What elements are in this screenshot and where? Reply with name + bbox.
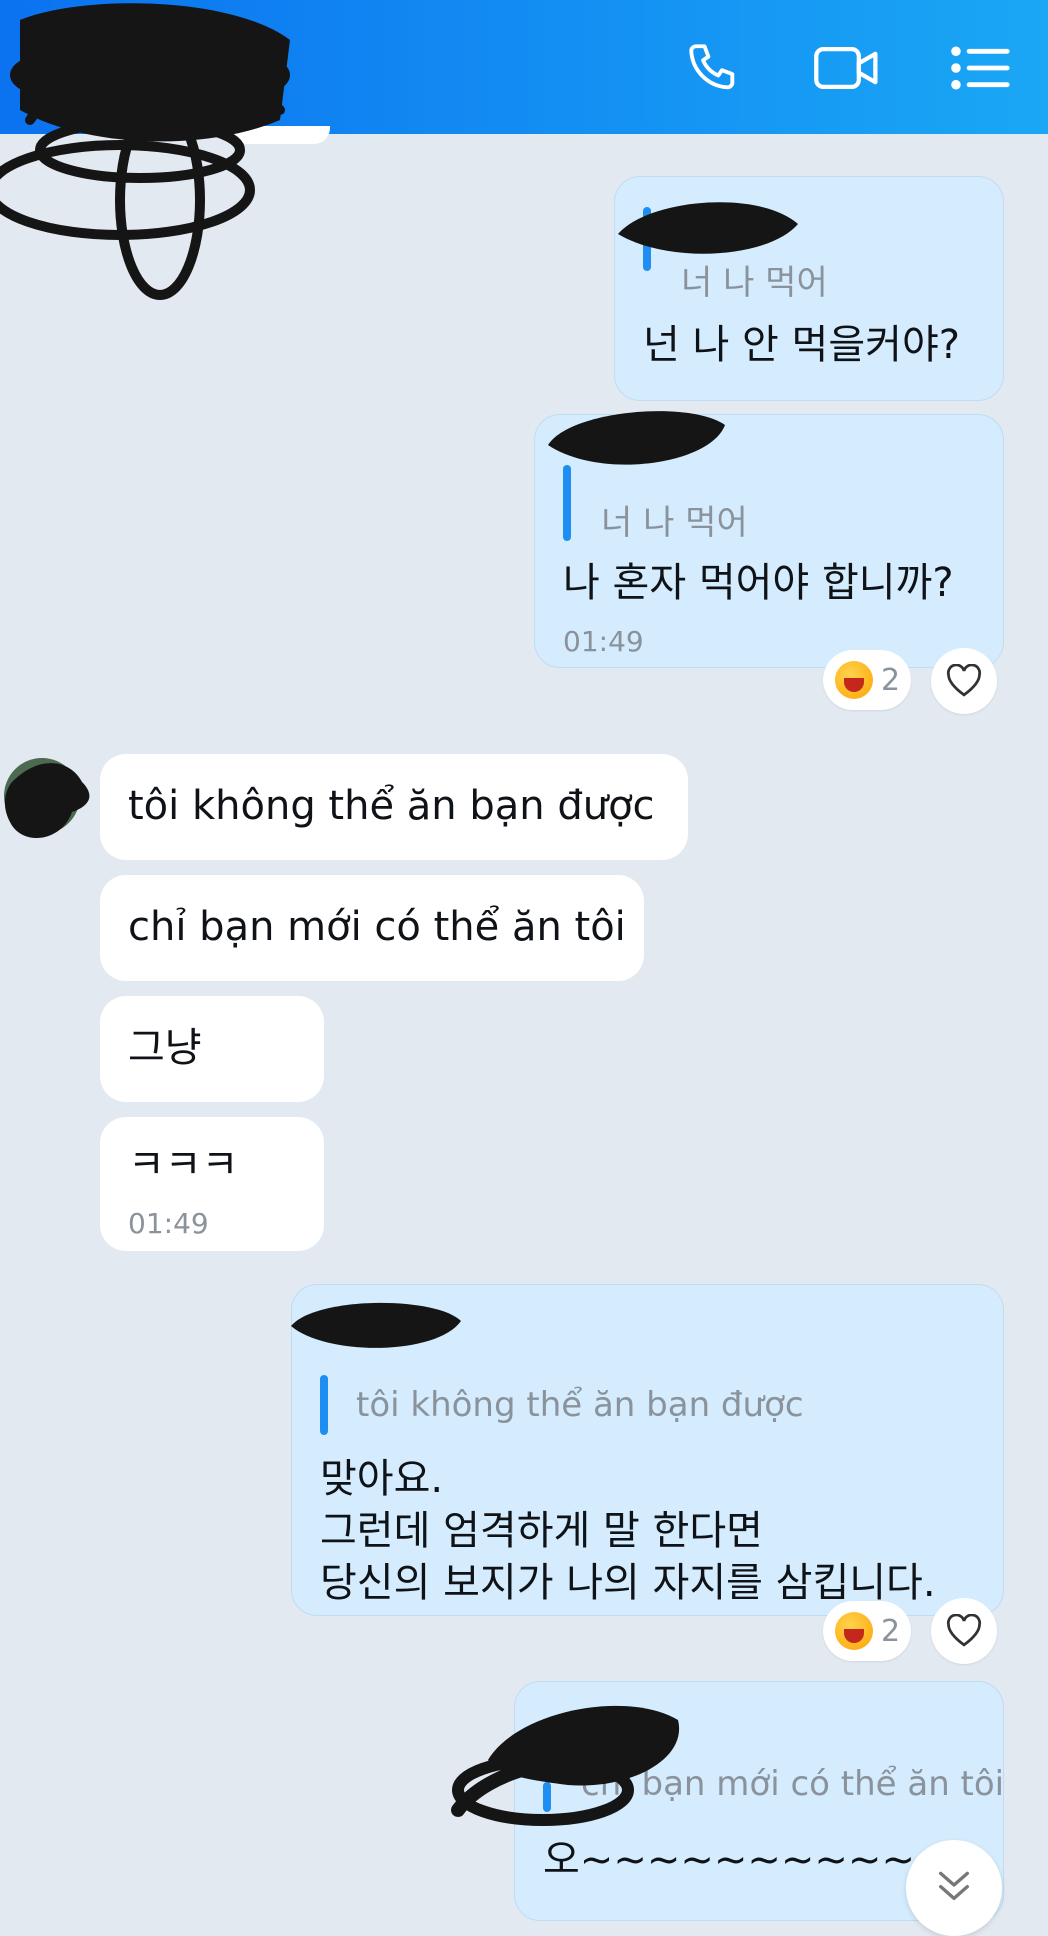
message-bubble-outgoing[interactable]: 너 나 먹어 넌 나 안 먹을커야?: [614, 176, 1004, 401]
message-bubble-incoming[interactable]: 그냥: [100, 996, 324, 1102]
reply-quote-bar: [563, 465, 571, 541]
laughing-emoji-icon: [835, 1612, 873, 1650]
message-line-1: 맞아요.: [320, 1456, 444, 1502]
menu-button[interactable]: [941, 32, 1021, 104]
scroll-to-bottom-button[interactable]: [906, 1840, 1002, 1936]
heart-icon: [946, 1614, 982, 1647]
reply-quote-text: 너 나 먹어: [601, 503, 748, 543]
reply-quote-bar: [643, 207, 651, 271]
message-bubble-outgoing[interactable]: tôi không thể ăn bạn được 맞아요. 그런데 엄격하게 …: [291, 1284, 1004, 1616]
phone-icon: [689, 44, 735, 90]
laughing-emoji-icon: [835, 661, 873, 699]
message-bubble-incoming[interactable]: chỉ bạn mới có thể ăn tôi: [100, 875, 644, 981]
reply-quote-bar: [320, 1375, 328, 1435]
reply-quote-bar: [543, 1782, 551, 1812]
message-bubble-incoming[interactable]: tôi không thể ăn bạn được: [100, 754, 688, 860]
double-chevron-down-icon: [939, 1871, 969, 1900]
call-button[interactable]: [673, 32, 753, 104]
reaction-count: 2: [881, 1613, 901, 1649]
message-text: 오~~~~~~~~~~~: [543, 1837, 949, 1883]
avatar-redacted: [4, 758, 90, 839]
heart-icon: [946, 664, 982, 697]
message-bubble-incoming[interactable]: ㅋㅋㅋ 01:49: [100, 1117, 324, 1251]
chat-header: [0, 0, 1048, 134]
reply-quote-text: 너 나 먹어: [681, 263, 828, 303]
reply-quote-text: chỉ bạn mới có thể ăn tôi: [581, 1764, 1005, 1804]
menu-list-icon: [951, 46, 1010, 90]
message-text: tôi không thể ăn bạn được: [128, 783, 655, 829]
reaction-badge[interactable]: 2: [823, 1601, 911, 1661]
like-button[interactable]: [931, 648, 997, 714]
previous-message-fragment: [220, 126, 330, 144]
message-line-3: 당신의 보지가 나의 자지를 삼킵니다.: [320, 1560, 936, 1606]
message-text: chỉ bạn mới có thể ăn tôi: [128, 904, 626, 950]
message-bubble-outgoing[interactable]: 너 나 먹어 나 혼자 먹어야 합니까? 01:49: [534, 414, 1004, 668]
reply-quote-text: tôi không thể ăn bạn được: [356, 1385, 804, 1425]
message-text: 넌 나 안 먹을커야?: [643, 322, 960, 368]
message-timestamp: 01:49: [563, 625, 644, 658]
message-text: 그냥: [128, 1025, 202, 1071]
video-icon: [814, 46, 878, 90]
message-text: 나 혼자 먹어야 합니까?: [563, 560, 954, 606]
like-button[interactable]: [931, 1598, 997, 1664]
reaction-badge[interactable]: 2: [823, 650, 911, 710]
message-line-2: 그런데 엄격하게 말 한다면: [320, 1508, 763, 1554]
message-timestamp: 01:49: [128, 1207, 209, 1240]
reaction-count: 2: [881, 662, 901, 698]
message-text: ㅋㅋㅋ: [128, 1142, 239, 1188]
video-call-button[interactable]: [807, 32, 887, 104]
